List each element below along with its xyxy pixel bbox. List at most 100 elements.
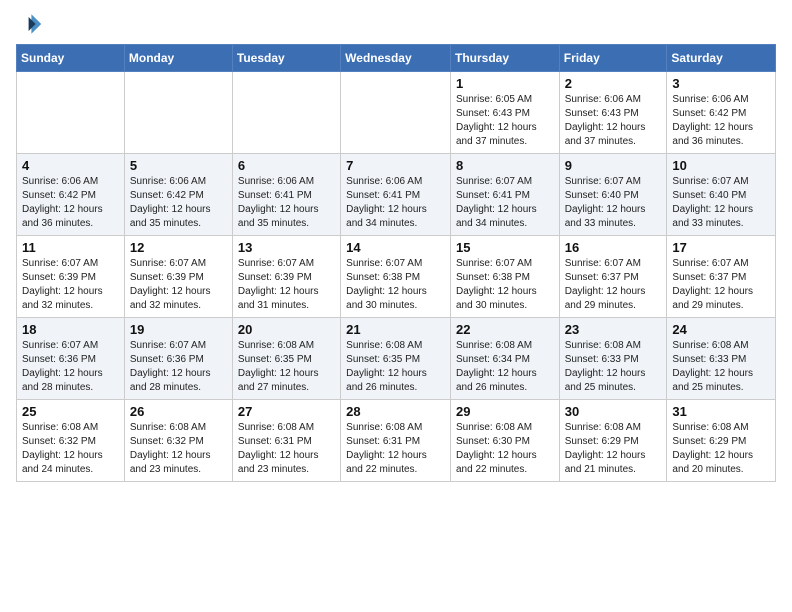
calendar-header: SundayMondayTuesdayWednesdayThursdayFrid…	[17, 45, 776, 72]
calendar-week-row: 11 Sunrise: 6:07 AM Sunset: 6:39 PM Dayli…	[17, 236, 776, 318]
day-number: 13	[238, 240, 335, 255]
calendar-cell: 13 Sunrise: 6:07 AM Sunset: 6:39 PM Dayli…	[232, 236, 340, 318]
weekday-header: Tuesday	[232, 45, 340, 72]
calendar-cell: 1 Sunrise: 6:05 AM Sunset: 6:43 PM Daylig…	[450, 72, 559, 154]
day-info: Sunrise: 6:08 AM Sunset: 6:31 PM Dayligh…	[238, 421, 335, 477]
day-info: Sunrise: 6:06 AM Sunset: 6:41 PM Dayligh…	[346, 175, 445, 231]
day-number: 18	[22, 322, 119, 337]
day-info: Sunrise: 6:07 AM Sunset: 6:37 PM Dayligh…	[565, 257, 662, 313]
calendar-cell: 10 Sunrise: 6:07 AM Sunset: 6:40 PM Dayli…	[667, 154, 776, 236]
day-number: 12	[130, 240, 227, 255]
day-number: 4	[22, 158, 119, 173]
calendar-cell: 4 Sunrise: 6:06 AM Sunset: 6:42 PM Daylig…	[17, 154, 125, 236]
calendar-cell: 22 Sunrise: 6:08 AM Sunset: 6:34 PM Dayli…	[450, 318, 559, 400]
day-number: 7	[346, 158, 445, 173]
calendar-cell: 16 Sunrise: 6:07 AM Sunset: 6:37 PM Dayli…	[559, 236, 667, 318]
calendar-cell: 5 Sunrise: 6:06 AM Sunset: 6:42 PM Daylig…	[124, 154, 232, 236]
calendar-cell: 15Sunrise: 6:07 AM Sunset: 6:38 PM Dayli…	[450, 236, 559, 318]
day-info: Sunrise: 6:07 AM Sunset: 6:41 PM Dayligh…	[456, 175, 554, 231]
day-info: Sunrise: 6:08 AM Sunset: 6:32 PM Dayligh…	[22, 421, 119, 477]
day-info: Sunrise: 6:08 AM Sunset: 6:30 PM Dayligh…	[456, 421, 554, 477]
day-number: 17	[672, 240, 770, 255]
calendar-cell: 8 Sunrise: 6:07 AM Sunset: 6:41 PM Daylig…	[450, 154, 559, 236]
day-number: 27	[238, 404, 335, 419]
day-number: 31	[672, 404, 770, 419]
weekday-header: Wednesday	[341, 45, 451, 72]
calendar-cell: 6 Sunrise: 6:06 AM Sunset: 6:41 PM Daylig…	[232, 154, 340, 236]
calendar-cell: 27 Sunrise: 6:08 AM Sunset: 6:31 PM Dayli…	[232, 400, 340, 482]
day-info: Sunrise: 6:07 AM Sunset: 6:38 PM Dayligh…	[346, 257, 445, 313]
calendar-cell: 14 Sunrise: 6:07 AM Sunset: 6:38 PM Dayli…	[341, 236, 451, 318]
calendar-cell	[17, 72, 125, 154]
day-info: Sunrise: 6:05 AM Sunset: 6:43 PM Dayligh…	[456, 93, 554, 149]
day-number: 25	[22, 404, 119, 419]
day-info: Sunrise: 6:07 AM Sunset: 6:40 PM Dayligh…	[565, 175, 662, 231]
day-info: Sunrise: 6:07 AM Sunset: 6:39 PM Dayligh…	[238, 257, 335, 313]
calendar-week-row: 4 Sunrise: 6:06 AM Sunset: 6:42 PM Daylig…	[17, 154, 776, 236]
day-info: Sunrise: 6:08 AM Sunset: 6:31 PM Dayligh…	[346, 421, 445, 477]
calendar-cell: 11 Sunrise: 6:07 AM Sunset: 6:39 PM Dayli…	[17, 236, 125, 318]
day-info: Sunrise: 6:08 AM Sunset: 6:33 PM Dayligh…	[672, 339, 770, 395]
calendar-cell: 20Sunrise: 6:08 AM Sunset: 6:35 PM Dayli…	[232, 318, 340, 400]
day-number: 16	[565, 240, 662, 255]
calendar-cell	[232, 72, 340, 154]
day-info: Sunrise: 6:06 AM Sunset: 6:41 PM Dayligh…	[238, 175, 335, 231]
day-info: Sunrise: 6:07 AM Sunset: 6:39 PM Dayligh…	[22, 257, 119, 313]
day-number: 28	[346, 404, 445, 419]
weekday-header: Friday	[559, 45, 667, 72]
weekday-header: Sunday	[17, 45, 125, 72]
day-number: 19	[130, 322, 227, 337]
day-number: 5	[130, 158, 227, 173]
day-info: Sunrise: 6:06 AM Sunset: 6:42 PM Dayligh…	[22, 175, 119, 231]
calendar-cell: 24Sunrise: 6:08 AM Sunset: 6:33 PM Dayli…	[667, 318, 776, 400]
day-number: 21	[346, 322, 445, 337]
day-number: 1	[456, 76, 554, 91]
calendar-cell: 30Sunrise: 6:08 AM Sunset: 6:29 PM Dayli…	[559, 400, 667, 482]
calendar-cell: 2Sunrise: 6:06 AM Sunset: 6:43 PM Daylig…	[559, 72, 667, 154]
day-info: Sunrise: 6:08 AM Sunset: 6:33 PM Dayligh…	[565, 339, 662, 395]
day-info: Sunrise: 6:06 AM Sunset: 6:42 PM Dayligh…	[672, 93, 770, 149]
day-number: 11	[22, 240, 119, 255]
logo	[16, 10, 48, 38]
day-info: Sunrise: 6:08 AM Sunset: 6:35 PM Dayligh…	[346, 339, 445, 395]
day-number: 14	[346, 240, 445, 255]
day-info: Sunrise: 6:08 AM Sunset: 6:34 PM Dayligh…	[456, 339, 554, 395]
calendar-cell: 26 Sunrise: 6:08 AM Sunset: 6:32 PM Dayli…	[124, 400, 232, 482]
day-number: 10	[672, 158, 770, 173]
day-number: 9	[565, 158, 662, 173]
day-number: 8	[456, 158, 554, 173]
calendar: SundayMondayTuesdayWednesdayThursdayFrid…	[16, 44, 776, 482]
calendar-cell: 3Sunrise: 6:06 AM Sunset: 6:42 PM Daylig…	[667, 72, 776, 154]
calendar-cell: 7 Sunrise: 6:06 AM Sunset: 6:41 PM Daylig…	[341, 154, 451, 236]
calendar-cell: 29Sunrise: 6:08 AM Sunset: 6:30 PM Dayli…	[450, 400, 559, 482]
day-number: 23	[565, 322, 662, 337]
header	[16, 10, 776, 38]
day-info: Sunrise: 6:08 AM Sunset: 6:32 PM Dayligh…	[130, 421, 227, 477]
calendar-week-row: 25 Sunrise: 6:08 AM Sunset: 6:32 PM Dayli…	[17, 400, 776, 482]
calendar-cell	[341, 72, 451, 154]
weekday-header: Monday	[124, 45, 232, 72]
day-info: Sunrise: 6:07 AM Sunset: 6:40 PM Dayligh…	[672, 175, 770, 231]
day-number: 6	[238, 158, 335, 173]
calendar-week-row: 18 Sunrise: 6:07 AM Sunset: 6:36 PM Dayli…	[17, 318, 776, 400]
weekday-row: SundayMondayTuesdayWednesdayThursdayFrid…	[17, 45, 776, 72]
calendar-cell: 31Sunrise: 6:08 AM Sunset: 6:29 PM Dayli…	[667, 400, 776, 482]
weekday-header: Saturday	[667, 45, 776, 72]
calendar-cell: 21 Sunrise: 6:08 AM Sunset: 6:35 PM Dayli…	[341, 318, 451, 400]
day-info: Sunrise: 6:06 AM Sunset: 6:42 PM Dayligh…	[130, 175, 227, 231]
day-number: 22	[456, 322, 554, 337]
calendar-week-row: 1 Sunrise: 6:05 AM Sunset: 6:43 PM Daylig…	[17, 72, 776, 154]
day-info: Sunrise: 6:08 AM Sunset: 6:35 PM Dayligh…	[238, 339, 335, 395]
day-info: Sunrise: 6:07 AM Sunset: 6:39 PM Dayligh…	[130, 257, 227, 313]
day-info: Sunrise: 6:08 AM Sunset: 6:29 PM Dayligh…	[565, 421, 662, 477]
calendar-cell: 23 Sunrise: 6:08 AM Sunset: 6:33 PM Dayli…	[559, 318, 667, 400]
calendar-body: 1 Sunrise: 6:05 AM Sunset: 6:43 PM Daylig…	[17, 72, 776, 482]
calendar-cell: 19 Sunrise: 6:07 AM Sunset: 6:36 PM Dayli…	[124, 318, 232, 400]
calendar-cell: 28 Sunrise: 6:08 AM Sunset: 6:31 PM Dayli…	[341, 400, 451, 482]
day-number: 26	[130, 404, 227, 419]
calendar-cell	[124, 72, 232, 154]
calendar-cell: 17Sunrise: 6:07 AM Sunset: 6:37 PM Dayli…	[667, 236, 776, 318]
calendar-cell: 25 Sunrise: 6:08 AM Sunset: 6:32 PM Dayli…	[17, 400, 125, 482]
day-info: Sunrise: 6:07 AM Sunset: 6:36 PM Dayligh…	[130, 339, 227, 395]
calendar-cell: 18Sunrise: 6:07 AM Sunset: 6:36 PM Dayli…	[17, 318, 125, 400]
